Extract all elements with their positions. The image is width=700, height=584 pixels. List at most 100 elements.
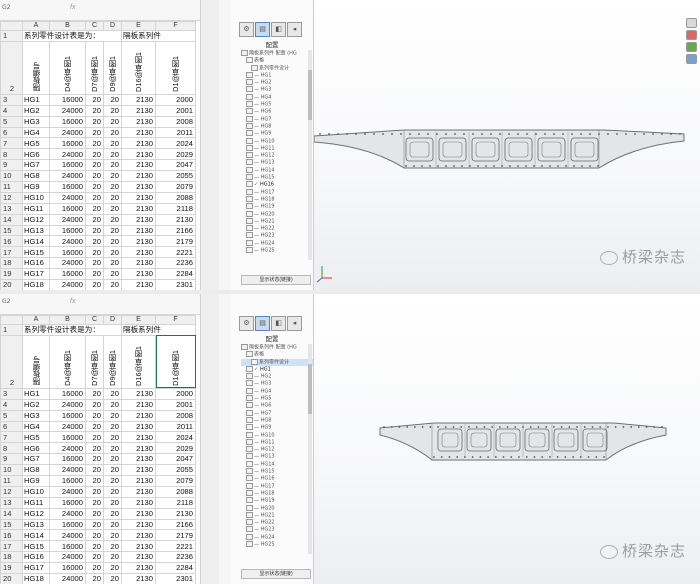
parameter-value-cell[interactable]: 16000 [49,159,86,172]
parameter-value-cell[interactable]: 20 [103,159,122,172]
row-header[interactable]: 7 [0,431,23,444]
configuration-item[interactable]: — HG4 [241,93,313,101]
parameter-header-cell[interactable]: D7@草图1 [85,40,104,95]
column-header[interactable]: D [103,21,122,31]
parameter-value-cell[interactable]: 20 [103,409,122,422]
config-name-cell[interactable]: HG6 [22,442,50,455]
configuration-item[interactable]: — HG22 [241,225,313,232]
configuration-item[interactable]: — HG17 [241,188,313,196]
configuration-item[interactable]: — HG11 [241,144,313,152]
parameter-value-cell[interactable]: 2179 [155,235,196,248]
parameter-value-cell[interactable]: 2130 [121,126,156,139]
tables-folder[interactable]: 表格 [241,57,313,64]
configuration-item[interactable]: — HG24 [241,239,313,247]
name-box[interactable]: G2 [2,4,10,11]
config-name-cell[interactable]: HG17 [22,562,50,575]
property-tab-icon[interactable]: ◧ [271,22,286,37]
parameter-value-cell[interactable]: 20 [103,257,122,270]
row-header[interactable]: 20 [0,573,23,584]
formula-bar[interactable]: G2 fx [0,0,200,21]
parameter-value-cell[interactable]: 2130 [121,573,156,584]
config-name-cell[interactable]: HG15 [22,246,50,259]
parameter-header-cell[interactable]: 隔板编号 [22,334,50,389]
configuration-item[interactable]: — HG3 [241,86,313,93]
parameter-value-cell[interactable]: 20 [85,170,104,183]
feature-tree-tab-icon[interactable]: ⚙ [239,22,254,37]
parameter-value-cell[interactable]: 24000 [49,170,86,183]
row-header[interactable]: 2 [0,334,23,389]
parameter-value-cell[interactable]: 20 [103,104,122,117]
more-tabs-icon[interactable]: ◂ [287,22,302,37]
configuration-item[interactable]: — HG20 [241,504,313,512]
parameter-value-cell[interactable]: 2130 [121,507,156,520]
row-header[interactable]: 8 [0,148,23,161]
config-name-cell[interactable]: HG5 [22,431,50,444]
configuration-item[interactable]: — HG9 [241,130,313,137]
parameter-value-cell[interactable]: 2130 [121,235,156,248]
config-name-cell[interactable]: HG16 [22,551,50,564]
corner-cell[interactable] [0,315,23,325]
parameter-value-cell[interactable]: 24000 [49,442,86,455]
property-tab-icon[interactable]: ◧ [271,316,286,331]
configuration-item[interactable]: — HG18 [241,489,313,497]
parameter-value-cell[interactable]: 20 [85,453,104,466]
row-header[interactable]: 9 [0,453,23,466]
parameter-value-cell[interactable]: 2130 [121,409,156,422]
display-state-button[interactable]: 显示状态(链接) [241,275,311,285]
configuration-item[interactable]: — HG4 [241,387,313,395]
design-table-grid[interactable]: A B C D E F 1 系列零件设计表是为： 隔板系列件 2 隔板编号 D4@草图1 D7@草图1 D… [0,315,196,584]
parameter-value-cell[interactable]: 24000 [49,507,86,520]
column-header[interactable]: B [49,21,86,31]
parameter-value-cell[interactable]: 16000 [49,562,86,575]
configuration-item[interactable]: — HG19 [241,203,313,210]
parameter-value-cell[interactable]: 20 [85,126,104,139]
config-name-cell[interactable]: HG7 [22,159,50,172]
configuration-item[interactable]: — HG15 [241,468,313,475]
config-name-cell[interactable]: HG16 [22,257,50,270]
parameter-value-cell[interactable]: 24000 [49,573,86,584]
parameter-value-cell[interactable]: 24000 [49,235,86,248]
parameter-value-cell[interactable]: 2024 [155,431,196,444]
configuration-item[interactable]: ✓ HG1 [241,365,313,373]
column-header[interactable]: C [85,315,104,325]
parameter-header-cell[interactable]: D9@草图1 [103,334,122,389]
row-header[interactable]: 17 [0,540,23,553]
config-name-cell[interactable]: HG3 [22,115,50,128]
parameter-header-cell[interactable]: D9@草图1 [103,40,122,95]
configuration-item[interactable]: — HG12 [241,152,313,159]
parameter-value-cell[interactable]: 2130 [121,529,156,542]
parameter-value-cell[interactable]: 20 [85,507,104,520]
design-table-title-value[interactable]: 隔板系列件 [121,30,196,42]
configuration-item[interactable]: — HG24 [241,533,313,541]
parameter-value-cell[interactable]: 2130 [155,507,196,520]
parameter-value-cell[interactable]: 20 [103,475,122,487]
parameter-value-cell[interactable]: 20 [103,507,122,520]
parameter-value-cell[interactable]: 20 [103,246,122,259]
row-header[interactable]: 4 [0,398,23,411]
row-header[interactable]: 10 [0,170,23,183]
parameter-value-cell[interactable]: 2221 [155,246,196,259]
parameter-value-cell[interactable]: 24000 [49,257,86,270]
design-table-title-cell[interactable]: 系列零件设计表是为： [22,30,122,42]
parameter-value-cell[interactable]: 20 [85,431,104,444]
configuration-item[interactable]: — HG5 [241,101,313,108]
graphics-viewport[interactable]: 桥梁杂志 [314,294,700,584]
parameter-value-cell[interactable]: 2130 [121,104,156,117]
configuration-item[interactable]: — HG13 [241,453,313,460]
parameter-value-cell[interactable]: 2130 [121,453,156,466]
parameter-value-cell[interactable]: 2130 [121,431,156,444]
parameter-value-cell[interactable]: 20 [103,137,122,150]
row-header[interactable]: 20 [0,279,23,290]
parameter-value-cell[interactable]: 2130 [121,279,156,290]
row-header[interactable]: 11 [0,475,23,487]
parameter-value-cell[interactable]: 20 [103,126,122,139]
design-table-node[interactable]: 系列零件设计 [241,358,313,366]
config-name-cell[interactable]: HG1 [22,387,50,400]
parameter-value-cell[interactable]: 20 [85,115,104,128]
parameter-value-cell[interactable]: 20 [85,159,104,172]
configuration-item[interactable]: — HG10 [241,431,313,439]
parameter-value-cell[interactable]: 16000 [49,496,86,509]
parameter-value-cell[interactable]: 20 [85,202,104,215]
config-name-cell[interactable]: HG9 [22,475,50,487]
parameter-header-cell[interactable]: D16@草图1 [121,40,156,95]
